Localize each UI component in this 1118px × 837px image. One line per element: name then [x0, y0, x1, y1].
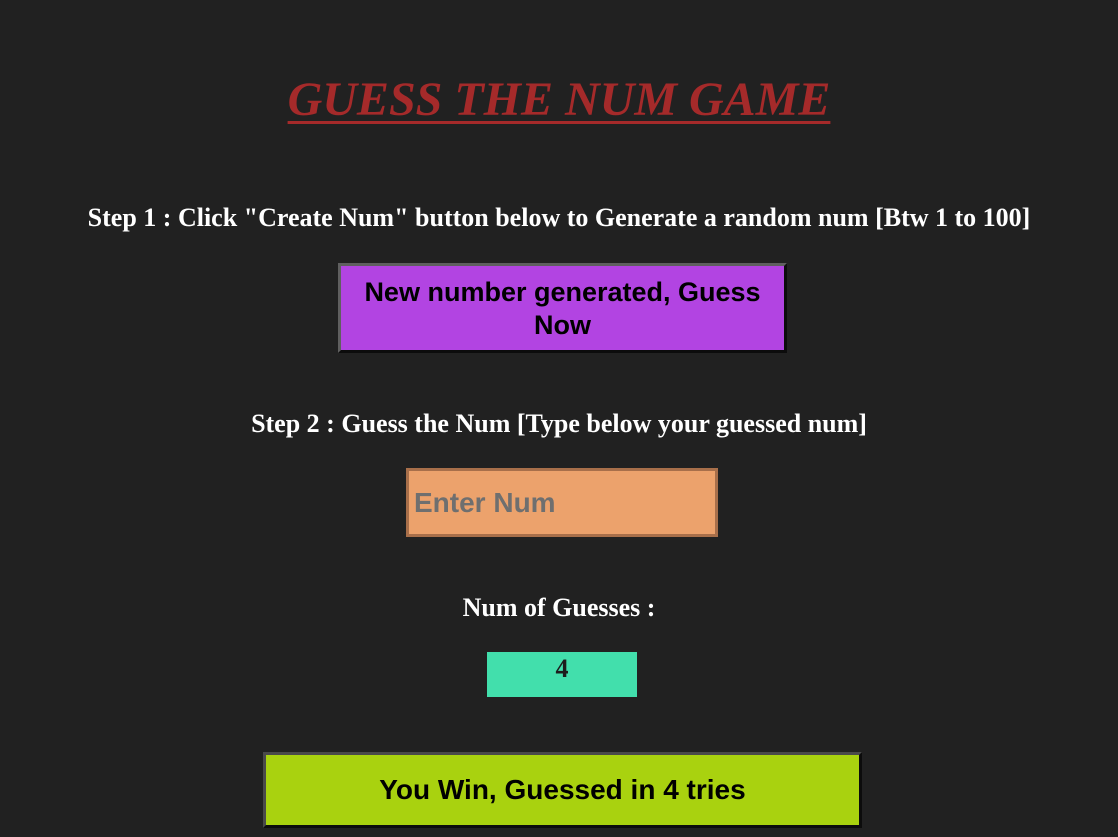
guess-count-label: Num of Guesses :: [462, 593, 656, 622]
game-page: GUESS THE NUM GAME Step 1 : Click "Creat…: [0, 0, 1118, 837]
step1-instruction: Step 1 : Click "Create Num" button below…: [87, 203, 1031, 232]
guess-count-value: 4: [487, 652, 637, 697]
result-button[interactable]: You Win, Guessed in 4 tries: [263, 752, 862, 828]
guess-input[interactable]: [406, 468, 718, 537]
create-num-button[interactable]: New number generated, Guess Now: [338, 263, 787, 353]
step2-instruction: Step 2 : Guess the Num [Type below your …: [251, 409, 867, 438]
page-title: GUESS THE NUM GAME: [287, 73, 831, 126]
